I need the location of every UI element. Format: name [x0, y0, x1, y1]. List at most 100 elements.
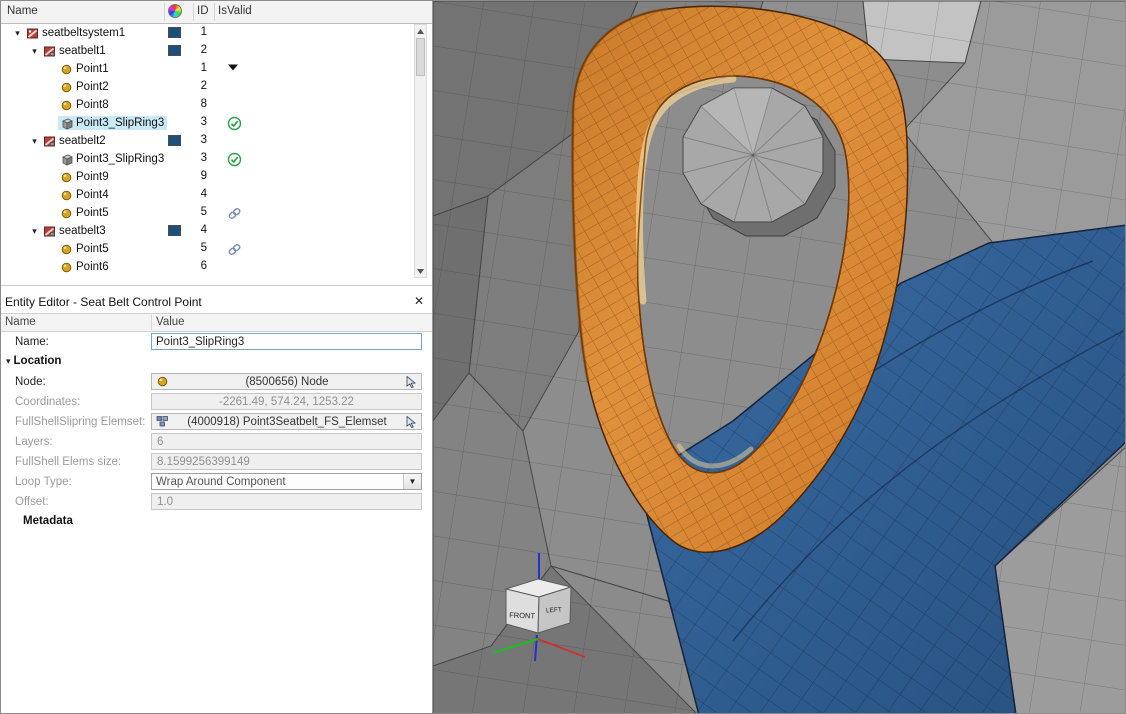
tree-row-seatbelt3[interactable]: ▾seatbelt34 [1, 222, 412, 240]
tree-item-label[interactable]: Point9 [74, 170, 112, 184]
column-separator[interactable] [193, 3, 194, 21]
tree-item-label[interactable]: Point8 [74, 98, 112, 112]
belt-icon [41, 44, 57, 58]
column-header-id[interactable]: ID [197, 5, 209, 17]
expand-arrow-icon[interactable]: ▾ [28, 46, 41, 57]
color-column-icon[interactable] [168, 4, 182, 18]
scroll-up-button[interactable] [415, 25, 426, 37]
tree-item-label[interactable]: Point3_SlipRing3 [74, 116, 167, 130]
editor-column-value[interactable]: Value [156, 316, 185, 328]
close-icon[interactable]: ✕ [414, 294, 424, 308]
chevron-down-icon[interactable]: ▼ [403, 474, 421, 489]
editor-column-name[interactable]: Name [5, 316, 36, 328]
slipring-icon [58, 116, 74, 130]
belt-icon [41, 134, 57, 148]
tree-row-point3_slipring3[interactable]: Point3_SlipRing33 [1, 150, 412, 168]
tree-indent [1, 69, 45, 70]
field-label: Layers: [15, 436, 53, 448]
column-separator[interactable] [214, 3, 215, 21]
slipring-icon [58, 152, 74, 166]
view-cube-left-label[interactable]: LEFT [546, 606, 562, 614]
column-separator[interactable] [151, 315, 152, 330]
column-separator[interactable] [164, 3, 165, 21]
point-icon [58, 242, 74, 256]
color-swatch[interactable] [168, 27, 181, 38]
editor-row: Coordinates:-2261.49, 574.24, 1253.22 [1, 392, 432, 412]
point-icon [58, 260, 74, 274]
browser-panel: Name ID IsValid ▾ seatbeltsystem1 1 ▾ seatbe… [1, 1, 433, 714]
tree-item-label[interactable]: seatbelt3 [57, 224, 109, 238]
expand-arrow-icon[interactable]: ▾ [28, 136, 41, 147]
entity-picker-field[interactable]: (8500656) Node [151, 373, 422, 390]
tree-row-point3_slipring3[interactable]: Point3_SlipRing33 [1, 114, 412, 132]
view-cube-front-label[interactable]: FRONT [509, 611, 536, 621]
expand-arrow-icon[interactable]: ▾ [11, 28, 24, 39]
tree-item-label[interactable]: Point4 [74, 188, 112, 202]
id-cell: 2 [185, 80, 207, 92]
tree-indent [1, 105, 45, 106]
tree-row-point5[interactable]: Point55 [1, 204, 412, 222]
model-view: FRONT LEFT [433, 1, 1125, 714]
section-label: Location [14, 355, 62, 367]
column-header-name[interactable]: Name [7, 5, 38, 17]
column-header-isvalid[interactable]: IsValid [218, 5, 252, 17]
id-cell: 4 [185, 188, 207, 200]
tree-item-label[interactable]: seatbelt1 [57, 44, 109, 58]
point-icon [155, 376, 170, 387]
picker-value: (8500656) Node [170, 375, 404, 389]
tree-indent [1, 159, 45, 160]
editor-row: Name:Point3_SlipRing3 [1, 332, 432, 352]
loop-type-dropdown[interactable]: Wrap Around Component▼ [151, 473, 422, 490]
name-input[interactable]: Point3_SlipRing3 [151, 333, 422, 350]
tree-item-label[interactable]: Point6 [74, 260, 112, 274]
section-header-metadata[interactable]: Metadata [23, 515, 73, 527]
picker-cursor-icon[interactable] [404, 416, 418, 428]
color-swatch[interactable] [168, 135, 181, 146]
tree-indent [1, 33, 11, 34]
panel-divider [1, 285, 432, 286]
color-swatch[interactable] [168, 225, 181, 236]
tree-scrollbar[interactable] [414, 24, 427, 278]
scrollbar-thumb[interactable] [416, 38, 425, 76]
id-cell: 6 [185, 260, 207, 272]
tree-item-label[interactable]: seatbelt2 [57, 134, 109, 148]
tree-item-label[interactable]: Point1 [74, 62, 112, 76]
color-swatch[interactable] [168, 45, 181, 56]
tree-row-seatbelt1[interactable]: ▾ seatbelt1 2 [1, 42, 412, 60]
entity-editor-panel: Entity Editor - Seat Belt Control Point … [1, 290, 432, 714]
scroll-down-button[interactable] [415, 265, 426, 277]
field-label: FullShell Elems size: [15, 456, 121, 468]
tree-row-point6[interactable]: Point6 6 [1, 258, 412, 276]
id-cell: 1 [185, 26, 207, 38]
tree-row-point9[interactable]: Point99 [1, 168, 412, 186]
entity-picker-field[interactable]: (4000918) Point3Seatbelt_FS_Elemset [151, 413, 422, 430]
tree-row-point8[interactable]: Point8 8 [1, 96, 412, 114]
field-label: Coordinates: [15, 396, 80, 408]
tree-indent [1, 141, 28, 142]
tree-row-seatbeltsystem1[interactable]: ▾ seatbeltsystem1 1 [1, 24, 412, 42]
3d-viewport[interactable]: FRONT LEFT [433, 1, 1125, 714]
picker-cursor-icon[interactable] [404, 376, 418, 388]
tree-row-point2[interactable]: Point2 2 [1, 78, 412, 96]
dropdown-triangle-icon[interactable] [227, 62, 242, 77]
readonly-field: 1.0 [151, 493, 422, 510]
point-icon [58, 80, 74, 94]
tree-row-seatbelt2[interactable]: ▾seatbelt23 [1, 132, 412, 150]
id-cell: 2 [185, 44, 207, 56]
tree-row-point5[interactable]: Point5 5 [1, 240, 412, 258]
id-cell: 8 [185, 98, 207, 110]
tree-item-label[interactable]: seatbeltsystem1 [40, 26, 128, 40]
id-cell: 5 [185, 242, 207, 254]
valid-check-icon [227, 152, 242, 167]
tree-item-label[interactable]: Point5 [74, 242, 112, 256]
tree-item-label[interactable]: Point2 [74, 80, 112, 94]
tree-row-point4[interactable]: Point4 4 [1, 186, 412, 204]
section-header-location[interactable]: ▾Location [6, 355, 61, 367]
tree-row-point1[interactable]: Point11 [1, 60, 412, 78]
point-icon [58, 98, 74, 112]
collapse-arrow-icon[interactable]: ▾ [6, 356, 11, 366]
field-label: Loop Type: [15, 476, 72, 488]
tree-item-label[interactable]: Point5 [74, 206, 112, 220]
expand-arrow-icon[interactable]: ▾ [28, 226, 41, 237]
tree-item-label[interactable]: Point3_SlipRing3 [74, 152, 167, 166]
